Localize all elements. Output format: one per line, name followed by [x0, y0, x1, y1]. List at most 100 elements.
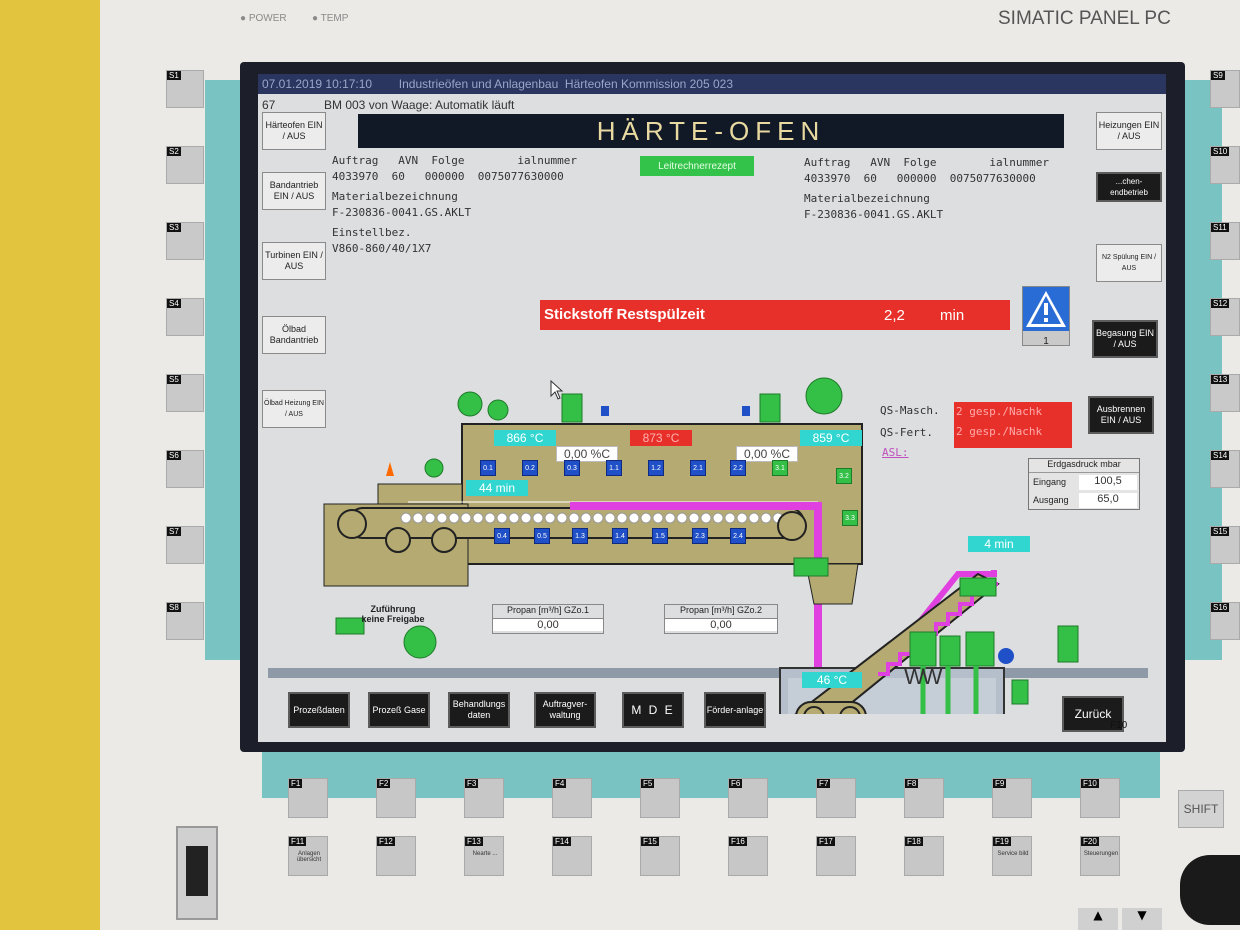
side-key-left[interactable]: S6: [166, 450, 204, 488]
function-key-label: F7: [817, 779, 831, 788]
zone-box[interactable]: 1.2: [648, 460, 664, 476]
side-key-right[interactable]: S16: [1210, 602, 1240, 640]
zone-box[interactable]: 2.1: [690, 460, 706, 476]
zone-box[interactable]: 1.5: [652, 528, 668, 544]
function-key[interactable]: F7: [816, 778, 856, 818]
function-key[interactable]: F8: [904, 778, 944, 818]
zone-box[interactable]: 2.2: [730, 460, 746, 476]
furnace-time: 44 min: [466, 480, 528, 496]
arrow-up-key[interactable]: ▲: [1078, 908, 1118, 930]
zone-box-green[interactable]: 3.3: [842, 510, 858, 526]
function-key-label: F9: [993, 779, 1007, 788]
arrow-down-key[interactable]: ▼: [1122, 908, 1162, 930]
conveyor-time: 4 min: [968, 536, 1030, 552]
function-key-caption: Steuerungen: [1083, 851, 1119, 857]
side-key-right[interactable]: S9: [1210, 70, 1240, 108]
function-key[interactable]: F20 Steuerungen: [1080, 836, 1120, 876]
dial-knob[interactable]: [1180, 855, 1240, 925]
endbetrieb-button[interactable]: ...chen-endbetrieb: [1096, 172, 1162, 202]
zone-box-green[interactable]: 3.1: [772, 460, 788, 476]
begasung-button[interactable]: Begasung EIN / AUS: [1092, 320, 1158, 358]
order-left-values: 4033970 60 000000 0075077630000: [332, 170, 564, 183]
function-key[interactable]: F18: [904, 836, 944, 876]
n2-spuelung-button[interactable]: N2 Spülung EIN / AUS: [1096, 244, 1162, 282]
prozessdaten-button[interactable]: Prozeßdaten: [288, 692, 350, 728]
zone-box[interactable]: 0.4: [494, 528, 510, 544]
side-key-right[interactable]: S10: [1210, 146, 1240, 184]
side-key-left[interactable]: S3: [166, 222, 204, 260]
side-key-right[interactable]: S15: [1210, 526, 1240, 564]
function-key[interactable]: F11 Anlagen übersicht: [288, 836, 328, 876]
behandlungsdaten-button[interactable]: Behandlungs daten: [448, 692, 510, 728]
zone-box[interactable]: 0.5: [534, 528, 550, 544]
turbinen-button[interactable]: Turbinen EIN / AUS: [262, 242, 326, 280]
function-key[interactable]: F12: [376, 836, 416, 876]
function-key[interactable]: F16: [728, 836, 768, 876]
zone-box[interactable]: 1.3: [572, 528, 588, 544]
function-key[interactable]: F17: [816, 836, 856, 876]
order-right-mat-label: Materialbezeichnung: [804, 192, 930, 205]
function-key[interactable]: F14: [552, 836, 592, 876]
side-key-left[interactable]: S8: [166, 602, 204, 640]
foerderanlage-button[interactable]: Förder-anlage: [704, 692, 766, 728]
zone-box[interactable]: 0.1: [480, 460, 496, 476]
temp-led: ● TEMP: [312, 13, 349, 24]
zone-box-green[interactable]: 3.2: [836, 468, 852, 484]
bandantrieb-button[interactable]: Bandantrieb EIN / AUS: [262, 172, 326, 210]
function-key-label: F19: [993, 837, 1011, 846]
side-key-label: S3: [167, 223, 181, 232]
order-left-mat-value: F-230836-0041.GS.AKLT: [332, 206, 472, 219]
zone-box[interactable]: 2.4: [730, 528, 746, 544]
side-key-label: S14: [1211, 451, 1230, 460]
haerteofen-button[interactable]: Härteofen EIN / AUS: [262, 112, 326, 150]
power-led: ● POWER: [240, 13, 287, 24]
order-left-einst-value: V860-860/40/1X7: [332, 242, 432, 255]
function-key[interactable]: F15: [640, 836, 680, 876]
function-key[interactable]: F10: [1080, 778, 1120, 818]
zone-box[interactable]: 1.4: [612, 528, 628, 544]
zone-box[interactable]: 1.1: [606, 460, 622, 476]
wall-left: [0, 0, 100, 930]
side-key-left[interactable]: S4: [166, 298, 204, 336]
side-key-right[interactable]: S11: [1210, 222, 1240, 260]
auftragverwaltung-button[interactable]: Auftragver-waltung: [534, 692, 596, 728]
function-key[interactable]: F3: [464, 778, 504, 818]
zone-box[interactable]: 0.3: [564, 460, 580, 476]
side-key-right[interactable]: S12: [1210, 298, 1240, 336]
side-key-left[interactable]: S2: [166, 146, 204, 184]
function-key[interactable]: F13 Nearte ...: [464, 836, 504, 876]
mde-button[interactable]: M D E: [622, 692, 684, 728]
function-key[interactable]: F4: [552, 778, 592, 818]
propan-zone2: Propan [m³/h] GZo.2 0,00: [664, 604, 778, 634]
function-key[interactable]: F19 Service bild: [992, 836, 1032, 876]
order-right-mat-value: F-230836-0041.GS.AKLT: [804, 208, 944, 221]
oelbad-bandantrieb-button[interactable]: Ölbad Bandantrieb: [262, 316, 326, 354]
zone-box[interactable]: 2.3: [692, 528, 708, 544]
function-key-label: F16: [729, 837, 747, 846]
function-key[interactable]: F2: [376, 778, 416, 818]
side-key-left[interactable]: S7: [166, 526, 204, 564]
order-left-header: Auftrag AVN Folge ialnummer: [332, 154, 578, 167]
side-key-label: S7: [167, 527, 181, 536]
function-key[interactable]: F1: [288, 778, 328, 818]
function-key[interactable]: F5: [640, 778, 680, 818]
shift-key[interactable]: SHIFT: [1178, 790, 1224, 828]
function-key-label: F8: [905, 779, 919, 788]
zone-box[interactable]: 0.2: [522, 460, 538, 476]
function-key-label: F10: [1081, 779, 1099, 788]
side-key-right[interactable]: S14: [1210, 450, 1240, 488]
side-key-left[interactable]: S5: [166, 374, 204, 412]
function-key[interactable]: F6: [728, 778, 768, 818]
function-key[interactable]: F9: [992, 778, 1032, 818]
prozess-gase-button[interactable]: Prozeß Gase: [368, 692, 430, 728]
side-key-label: S6: [167, 451, 181, 460]
function-key-label: F4: [553, 779, 567, 788]
side-key-right[interactable]: S13: [1210, 374, 1240, 412]
side-key-label: S9: [1211, 71, 1225, 80]
warning-indicator[interactable]: 1: [1022, 286, 1070, 347]
leitrechner-badge[interactable]: Leitrechnerrezept: [640, 156, 754, 176]
propan2-value: 0,00: [665, 619, 777, 631]
heizungen-button[interactable]: Heizungen EIN / AUS: [1096, 112, 1162, 150]
side-key-left[interactable]: S1: [166, 70, 204, 108]
order-left-einst-label: Einstellbez.: [332, 226, 412, 239]
